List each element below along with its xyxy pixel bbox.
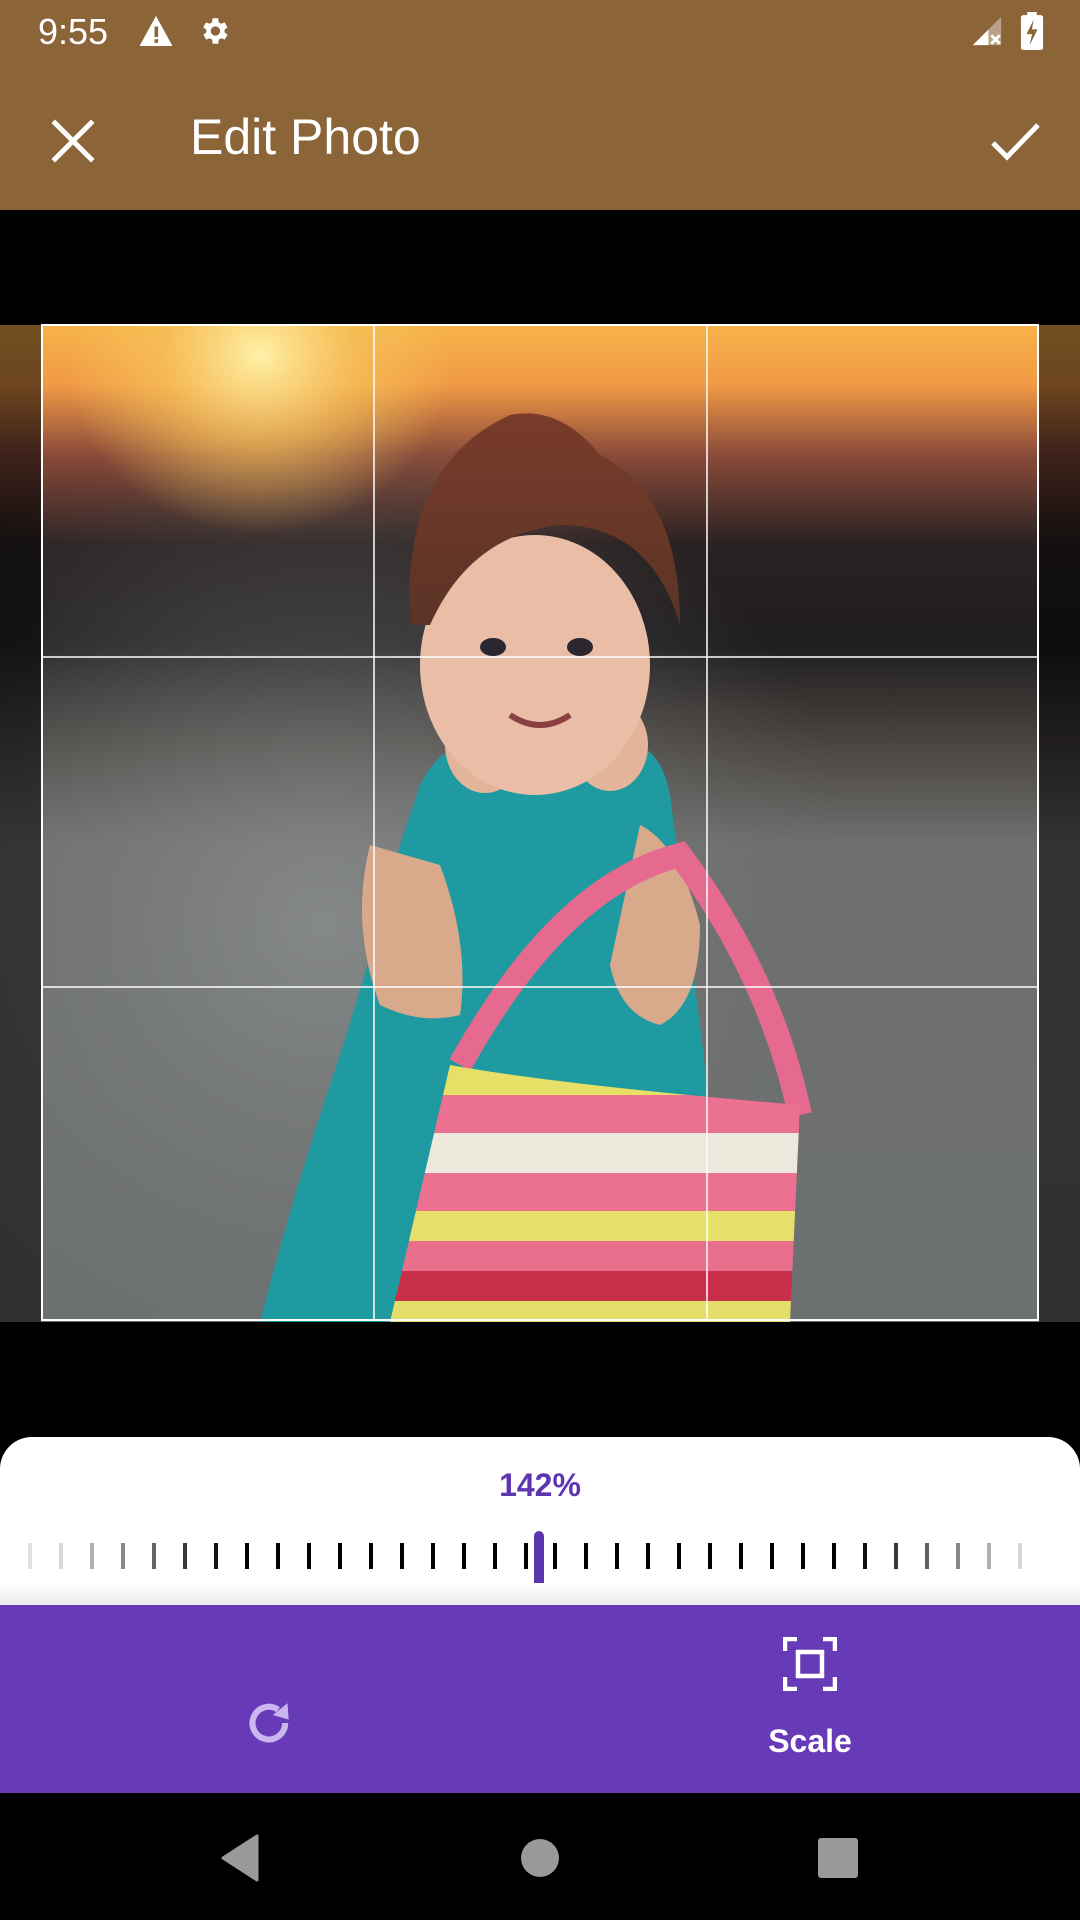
crop-mask-right [1039, 325, 1080, 1322]
ruler-tick [431, 1543, 435, 1569]
ruler-tick [615, 1543, 619, 1569]
ruler-tick [307, 1543, 311, 1569]
ruler-tick [553, 1543, 557, 1569]
confirm-button[interactable] [983, 109, 1049, 175]
ruler-tick [121, 1543, 125, 1569]
scale-control-panel: 142% [0, 1437, 1080, 1605]
scale-tool-button[interactable]: Scale [540, 1605, 1080, 1793]
nav-back-button[interactable] [205, 1823, 275, 1893]
ruler-tick [770, 1543, 774, 1569]
scale-value-label: 142% [499, 1467, 581, 1503]
ruler-tick [646, 1543, 650, 1569]
grid-line-vertical [373, 326, 375, 1319]
app-bar: Edit Photo [0, 64, 1080, 210]
ruler-tick [276, 1543, 280, 1569]
ruler-tick [59, 1543, 63, 1569]
ruler-tick [801, 1543, 805, 1569]
edit-toolbar: Scale [0, 1605, 1080, 1793]
rotate-tool-button[interactable] [0, 1605, 540, 1793]
ruler-tick [462, 1543, 466, 1569]
ruler-tick [245, 1543, 249, 1569]
battery-charging-icon [1020, 12, 1044, 50]
ruler-tick [677, 1543, 681, 1569]
nav-recents-button[interactable] [803, 1823, 873, 1893]
grid-line-horizontal [43, 656, 1037, 658]
scale-icon [783, 1637, 837, 1691]
nav-home-button[interactable] [505, 1823, 575, 1893]
settings-gear-icon [203, 18, 228, 44]
ruler-tick [493, 1543, 497, 1569]
close-button[interactable] [40, 109, 106, 175]
page-title: Edit Photo [190, 109, 421, 165]
grid-line-vertical [706, 326, 708, 1319]
ruler-tick [152, 1543, 156, 1569]
ruler-tick [987, 1543, 991, 1569]
ruler-tick [90, 1543, 94, 1569]
ruler-tick [183, 1543, 187, 1569]
ruler-tick [400, 1543, 404, 1569]
warning-icon [139, 16, 173, 46]
ruler-tick [832, 1543, 836, 1569]
crop-mask-left [0, 325, 41, 1322]
ruler-tick [214, 1543, 218, 1569]
scale-tool-label: Scale [768, 1723, 852, 1759]
close-icon [51, 119, 95, 163]
rotate-icon [249, 1703, 289, 1743]
ruler-tick [338, 1543, 342, 1569]
ruler-tick [863, 1543, 867, 1569]
home-icon [521, 1839, 559, 1877]
crop-frame[interactable] [41, 324, 1039, 1321]
system-nav-bar [0, 1793, 1080, 1920]
ruler-tick [1018, 1543, 1022, 1569]
ruler-tick [708, 1543, 712, 1569]
status-bar: 9:55 [0, 0, 1080, 64]
panel-shadow [0, 1583, 1080, 1605]
recents-icon [818, 1838, 858, 1878]
grid-line-horizontal [43, 986, 1037, 988]
ruler-tick [369, 1543, 373, 1569]
ruler-tick [956, 1543, 960, 1569]
signal-no-service-icon [972, 16, 1002, 46]
status-time: 9:55 [38, 11, 109, 52]
scale-ruler-slider[interactable] [0, 1521, 1080, 1595]
ruler-tick [739, 1543, 743, 1569]
back-icon [221, 1834, 259, 1882]
ruler-tick [584, 1543, 588, 1569]
ruler-tick [524, 1543, 528, 1569]
ruler-tick [28, 1543, 32, 1569]
ruler-tick [925, 1543, 929, 1569]
check-icon [991, 123, 1040, 161]
ruler-tick [894, 1543, 898, 1569]
